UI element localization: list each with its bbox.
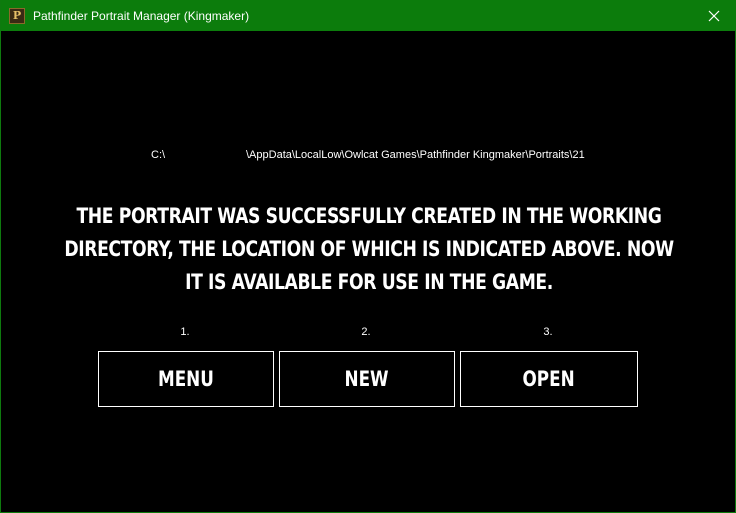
success-message-text: THE PORTRAIT WAS SUCCESSFULLY CREATED IN… — [64, 204, 674, 294]
app-window: P Pathfinder Portrait Manager (Kingmaker… — [0, 0, 736, 513]
new-number: 2. — [361, 326, 371, 338]
path-drive: C:\ — [151, 149, 166, 161]
close-button[interactable] — [691, 0, 736, 31]
menu-number: 1. — [180, 326, 190, 338]
title-bar[interactable]: P Pathfinder Portrait Manager (Kingmaker… — [1, 0, 736, 31]
new-button-label: NEW — [344, 367, 390, 391]
success-message: THE PORTRAIT WAS SUCCESSFULLY CREATED IN… — [64, 200, 674, 299]
pathfinder-icon: P — [9, 7, 25, 24]
open-button-label: OPEN — [522, 367, 576, 391]
new-button[interactable]: NEW — [279, 351, 455, 407]
menu-button-label: MENU — [158, 367, 214, 391]
window-title: Pathfinder Portrait Manager (Kingmaker) — [33, 8, 250, 23]
open-button[interactable]: OPEN — [460, 351, 638, 407]
menu-button[interactable]: MENU — [98, 351, 274, 407]
close-icon — [708, 10, 720, 21]
path-directory: \AppData\LocalLow\Owlcat Games\Pathfinde… — [246, 149, 585, 161]
open-number: 3. — [543, 326, 553, 338]
